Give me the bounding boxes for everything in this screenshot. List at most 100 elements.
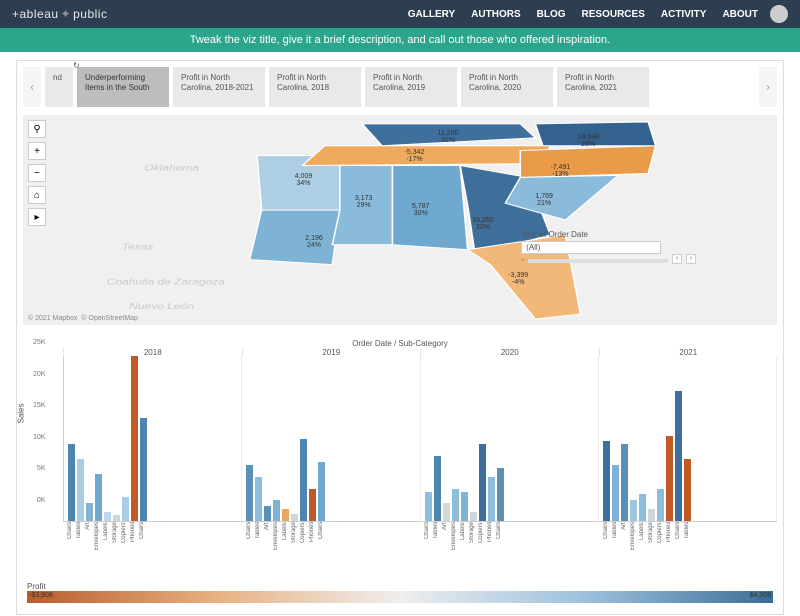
map-zoom-out-icon[interactable]: − <box>28 164 46 182</box>
bar-2018-7[interactable] <box>131 356 138 521</box>
story-tabs-row: ‹ nd Underperforming Items in the SouthP… <box>23 67 777 107</box>
map-play-icon[interactable]: ▸ <box>28 208 46 226</box>
year-filter-value[interactable]: (All) <box>521 241 661 254</box>
bar-2020-8[interactable] <box>497 468 504 521</box>
bar-2019-1[interactable] <box>255 477 262 521</box>
nav-authors[interactable]: AUTHORS <box>471 9 520 20</box>
color-legend: Profit -$3,908 $4,308 <box>27 582 773 603</box>
bar-2021-4[interactable] <box>639 494 646 521</box>
bar-2021-0[interactable] <box>603 441 610 521</box>
year-header-2018: 2018 <box>63 348 242 357</box>
bar-2020-1[interactable] <box>434 456 441 521</box>
x-label: Chairs <box>318 522 325 550</box>
year-slider[interactable] <box>528 259 668 263</box>
bar-2018-4[interactable] <box>104 512 111 521</box>
bar-2021-1[interactable] <box>612 465 619 521</box>
bar-2018-3[interactable] <box>95 474 102 521</box>
bar-2021-5[interactable] <box>648 509 655 521</box>
bar-2019-8[interactable] <box>318 462 325 521</box>
bar-2021-7[interactable] <box>666 436 673 521</box>
bar-2018-2[interactable] <box>86 503 93 521</box>
story-tab-3[interactable]: Profit in North Carolina, 2019 <box>365 67 457 107</box>
bar-2021-6[interactable] <box>657 489 664 521</box>
nav-blog[interactable]: BLOG <box>537 9 566 20</box>
bar-2019-5[interactable] <box>291 514 298 521</box>
bar-2018-1[interactable] <box>77 459 84 521</box>
bar-2018-5[interactable] <box>113 515 120 521</box>
x-label: Tables <box>684 522 691 550</box>
x-label: Copiers <box>300 522 307 550</box>
x-label: Copiers <box>478 522 485 550</box>
year-header-2021: 2021 <box>599 348 778 357</box>
tabs-next-button[interactable]: › <box>759 67 777 107</box>
x-label: Art <box>621 522 628 550</box>
bar-2019-7[interactable] <box>309 489 316 521</box>
x-label: Chairs <box>603 522 610 550</box>
logo[interactable]: +ableau✦public <box>12 7 107 21</box>
x-label: Envelopes <box>273 522 280 550</box>
state-mississippi[interactable] <box>332 166 392 245</box>
refresh-icon[interactable]: ↻ <box>73 61 80 70</box>
x-label: Tables <box>76 522 83 550</box>
bar-2020-6[interactable] <box>479 444 486 521</box>
bar-2020-2[interactable] <box>443 503 450 521</box>
tabs-prev-button[interactable]: ‹ <box>23 67 41 107</box>
bar-2018-8[interactable] <box>140 418 147 521</box>
bar-2019-2[interactable] <box>264 506 271 521</box>
story-tab-5[interactable]: Profit in North Carolina, 2021 <box>557 67 649 107</box>
bar-2020-3[interactable] <box>452 489 459 521</box>
bar-2021-8[interactable] <box>675 391 682 521</box>
bar-2019-0[interactable] <box>246 465 253 521</box>
bg-label-coahuila: Coahuila de Zaragoza <box>107 278 226 287</box>
state-alabama[interactable] <box>392 166 467 250</box>
state-northcarolina[interactable] <box>520 146 655 178</box>
nav-gallery[interactable]: GALLERY <box>408 9 455 20</box>
bar-2019-4[interactable] <box>282 509 289 521</box>
avatar[interactable] <box>770 5 788 23</box>
state-louisiana[interactable] <box>250 210 340 264</box>
year-next-button[interactable]: › <box>686 254 696 264</box>
bar-chart[interactable]: Order Date / Sub-Category 20182019202020… <box>23 339 777 574</box>
tab-partial-prev[interactable]: nd <box>45 67 73 107</box>
x-label: Phones <box>130 522 137 550</box>
bg-label-oklahoma: Oklahoma <box>144 164 199 173</box>
bar-2019-3[interactable] <box>273 500 280 521</box>
x-label: Chairs <box>424 522 431 550</box>
story-tab-4[interactable]: Profit in North Carolina, 2020 <box>461 67 553 107</box>
nav-resources[interactable]: RESOURCES <box>582 9 645 20</box>
legend-min: -$3,908 <box>29 592 53 599</box>
x-label: Chairs <box>246 522 253 550</box>
x-label: Labels <box>282 522 289 550</box>
map-home-icon[interactable]: ⌂ <box>28 186 46 204</box>
state-kentucky[interactable] <box>362 124 535 146</box>
year-prev-button[interactable]: ‹ <box>672 254 682 264</box>
map-attribution: © 2021 Mapbox © OpenStreetMap <box>28 315 138 322</box>
story-tab-1[interactable]: Profit in North Carolina, 2018-2021 <box>173 67 265 107</box>
bar-2021-2[interactable] <box>621 444 628 521</box>
bar-2018-0[interactable] <box>68 444 75 521</box>
map-search-icon[interactable]: ⚲ <box>28 120 46 138</box>
bar-2020-5[interactable] <box>470 512 477 521</box>
nav-about[interactable]: ABOUT <box>722 9 758 20</box>
state-virginia[interactable] <box>535 122 655 146</box>
map-chart[interactable]: ⚲ + − ⌂ ▸ Oklahoma Texas Coahuila de Zar… <box>23 115 777 325</box>
bar-group-2018 <box>64 357 242 521</box>
bar-group-2020 <box>421 357 599 521</box>
bar-2021-9[interactable] <box>684 459 691 521</box>
story-tab-2[interactable]: Profit in North Carolina, 2018 <box>269 67 361 107</box>
nav-activity[interactable]: ACTIVITY <box>661 9 707 20</box>
bar-2018-6[interactable] <box>122 497 129 521</box>
bar-2020-7[interactable] <box>488 477 495 521</box>
main-nav: GALLERY AUTHORS BLOG RESOURCES ACTIVITY … <box>408 9 758 20</box>
bar-2020-4[interactable] <box>461 492 468 521</box>
story-tab-0[interactable]: Underperforming Items in the South <box>77 67 169 107</box>
bar-2021-3[interactable] <box>630 500 637 521</box>
bar-2020-0[interactable] <box>425 492 432 521</box>
state-tennessee[interactable] <box>302 146 550 166</box>
map-zoom-in-icon[interactable]: + <box>28 142 46 160</box>
bar-2019-6[interactable] <box>300 439 307 522</box>
x-label: Copiers <box>657 522 664 550</box>
bar-group-2021 <box>599 357 777 521</box>
year-header-2019: 2019 <box>242 348 421 357</box>
x-label: Labels <box>460 522 467 550</box>
